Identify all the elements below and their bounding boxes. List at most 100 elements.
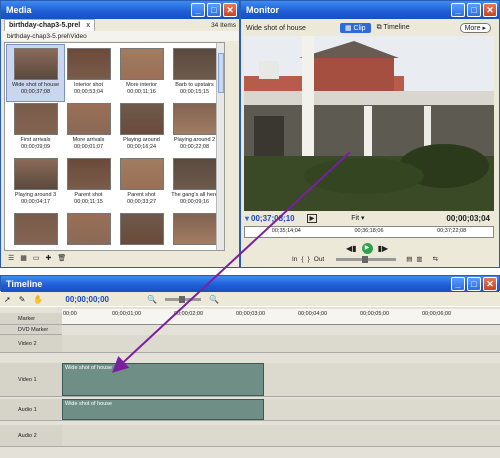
thumbnail-duration: 00;00;15;15: [179, 88, 210, 95]
media-thumbnail[interactable]: [113, 210, 170, 250]
thumbnail-duration: 00;00;04;17: [20, 198, 51, 205]
media-thumbnail[interactable]: [166, 210, 223, 250]
current-timecode[interactable]: 00;37;08;10: [251, 214, 295, 223]
media-thumbnail[interactable]: Wide shot of house 00;00;37;08: [6, 44, 65, 102]
track-lane[interactable]: [62, 425, 500, 447]
media-thumbnail[interactable]: The gang's all here 00;00;09;16: [166, 155, 223, 211]
export-icon[interactable]: ⇆: [433, 255, 438, 263]
maximize-icon[interactable]: □: [207, 3, 221, 17]
track-header[interactable]: Video 1: [0, 363, 62, 397]
more-button[interactable]: More ▸: [459, 23, 491, 33]
scrollbar-thumb[interactable]: [218, 53, 224, 93]
step-forward-icon[interactable]: ▮▶: [378, 244, 389, 253]
tab-close-icon[interactable]: x: [86, 22, 90, 29]
thumbnail-image: [172, 103, 217, 135]
thumbnail-duration: 00;00;37;08: [20, 88, 51, 95]
maximize-icon[interactable]: □: [467, 277, 481, 291]
thumbnail-image: [119, 48, 164, 80]
thumbnail-duration: 00;00;11;15: [74, 198, 103, 205]
close-icon[interactable]: ✕: [223, 3, 237, 17]
media-thumbnail[interactable]: More interior 00;00;11;16: [113, 45, 170, 101]
step-back-icon[interactable]: ◀▮: [346, 244, 357, 253]
media-thumbnail[interactable]: More arrivals 00;00;01;07: [60, 100, 117, 156]
close-icon[interactable]: ✕: [483, 277, 497, 291]
track-name: Video 2: [18, 340, 37, 347]
media-scrollbar[interactable]: [216, 43, 224, 250]
timeline-titlebar[interactable]: Timeline _ □ ✕: [1, 276, 499, 292]
set-in-icon[interactable]: {: [301, 256, 303, 263]
fit-select[interactable]: Fit ▾: [351, 214, 364, 222]
hand-tool-icon[interactable]: ✋: [33, 295, 43, 304]
maximize-icon[interactable]: □: [467, 3, 481, 17]
thumbnail-duration: 00;00;16;24: [126, 143, 157, 150]
out-label: Out: [313, 255, 325, 263]
close-icon[interactable]: ✕: [483, 3, 497, 17]
zoom-knob[interactable]: [178, 295, 185, 303]
media-thumbnail[interactable]: Playing around 00;00;16;24: [113, 100, 170, 156]
timeline-timecode[interactable]: 00;00;00;00: [65, 295, 109, 304]
media-thumbnail[interactable]: Playing around 3 00;00;04;17: [7, 155, 64, 211]
list-view-icon[interactable]: ☰: [8, 254, 14, 262]
track-header[interactable]: Marker: [0, 313, 62, 325]
timeline-ruler[interactable]: 00;00 00;00;01;00 00;00;02;00 00;00;03;00 00…: [62, 309, 500, 325]
media-titlebar[interactable]: Media _ □ ✕: [1, 1, 239, 19]
set-out-icon[interactable]: }: [308, 256, 310, 263]
track-header[interactable]: Audio 1: [0, 399, 62, 421]
media-thumbnail[interactable]: First arrivals 00;00;09;09: [7, 100, 64, 156]
zoom-slider[interactable]: [164, 295, 201, 303]
monitor-ruler[interactable]: 00;35;14;04 00;36;18;06 00;37;22;08: [244, 226, 494, 238]
trash-icon[interactable]: 🗑: [57, 254, 66, 262]
media-title: Media: [6, 5, 32, 15]
zoom-out-icon[interactable]: 🔍: [147, 295, 157, 304]
item-count: 34 Items: [211, 21, 236, 29]
media-thumbnail[interactable]: [7, 210, 64, 250]
track-name: DVD Marker: [18, 326, 49, 333]
timeline-clip[interactable]: Wide shot of house: [62, 399, 264, 420]
video-preview: [244, 36, 494, 211]
shuttle-knob[interactable]: [362, 255, 369, 263]
ruler-tick-label: 00;36;18;06: [354, 228, 384, 234]
tab-clip[interactable]: ▦ Clip: [339, 23, 371, 33]
thumbnail-duration: 00;00;09;09: [20, 143, 51, 150]
tab-timeline[interactable]: ⧉ Timeline: [377, 24, 410, 32]
insert-icon[interactable]: ▤: [406, 255, 412, 263]
monitor-title: Monitor: [246, 5, 279, 15]
minimize-icon[interactable]: _: [451, 277, 465, 291]
media-thumbnail[interactable]: Interior shot 00;00;53;04: [60, 45, 117, 101]
tab-project[interactable]: birthday-chap3-5.prel x: [4, 19, 96, 31]
timeline-body: 00;00 00;00;01;00 00;00;02;00 00;00;03;00 00…: [0, 307, 500, 458]
overlay-icon[interactable]: ▥: [416, 255, 422, 263]
track-lane[interactable]: Wide shot of house: [62, 363, 500, 397]
timeline-ruler-label: 00;00;05;00: [360, 311, 390, 317]
shuttle-slider[interactable]: [336, 255, 397, 263]
selection-tool-icon[interactable]: ➚: [4, 295, 11, 304]
media-thumbnail[interactable]: Playing around 2 00;00;22;08: [166, 100, 223, 156]
media-thumbnail[interactable]: [60, 210, 117, 250]
media-thumbnail[interactable]: Parent shot 00;00;33;27: [113, 155, 170, 211]
track-header[interactable]: Video 2: [0, 335, 62, 353]
zoom-in-icon[interactable]: 🔍: [209, 295, 219, 304]
media-thumbnail[interactable]: Parent shot 00;00;11;15: [60, 155, 117, 211]
folder-icon[interactable]: ▭: [33, 254, 40, 262]
safe-margin-icon[interactable]: ▶: [306, 213, 318, 223]
timeline-toolbar: ➚ ✎ ✋ 00;00;00;00 🔍 🔍: [0, 292, 500, 306]
minimize-icon[interactable]: _: [451, 3, 465, 17]
timeline-clip[interactable]: Wide shot of house: [62, 363, 264, 396]
thumbnail-image: [119, 213, 164, 245]
media-thumbnail[interactable]: Barb to upstairs 00;00;15;15: [166, 45, 223, 101]
monitor-timecode-bar: ▾ 00;37;08;10 ▶ Fit ▾ 00;00;03;04: [242, 212, 497, 224]
new-item-icon[interactable]: ✚: [46, 254, 52, 262]
track-lane[interactable]: Wide shot of house: [62, 399, 500, 421]
minimize-icon[interactable]: _: [191, 3, 205, 17]
play-marker-icon[interactable]: ▾: [245, 214, 249, 223]
track-header[interactable]: DVD Marker: [0, 325, 62, 335]
play-button[interactable]: ▶: [361, 243, 373, 254]
monitor-titlebar[interactable]: Monitor _ □ ✕: [241, 1, 499, 19]
razor-tool-icon[interactable]: ✎: [19, 295, 26, 304]
track-lane[interactable]: [62, 335, 500, 353]
tab-project-label: birthday-chap3-5.prel: [9, 22, 81, 29]
icon-view-icon[interactable]: ▦: [20, 254, 27, 262]
track-header[interactable]: Audio 2: [0, 425, 62, 447]
ruler-tick-label: 00;35;14;04: [271, 228, 301, 234]
thumbnail-image: [13, 103, 58, 135]
